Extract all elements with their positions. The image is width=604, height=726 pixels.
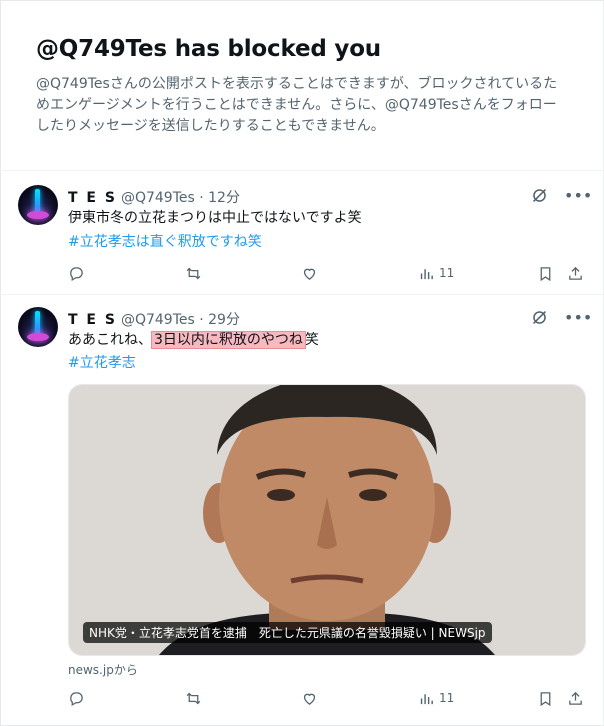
avatar[interactable] — [18, 185, 58, 225]
reply-icon[interactable] — [68, 263, 85, 283]
tweet[interactable]: T E S @Q749Tes · 29分 ••• ああこれね、 3日以内に釈放のやつ… — [0, 295, 604, 726]
hashtag-link[interactable]: #立花孝志は直ぐ釈放ですね笑 — [68, 231, 262, 251]
text-before: ああこれね、 — [68, 332, 152, 348]
views-icon — [420, 693, 433, 704]
card-source[interactable]: news.jpから — [68, 661, 138, 678]
tweet-actions: 11 — [68, 263, 588, 283]
display-name[interactable]: T E S — [68, 312, 117, 328]
share-icon[interactable] — [567, 688, 584, 708]
user-handle[interactable]: @Q749Tes — [121, 312, 195, 328]
card-caption: NHK党・立花孝志党首を逮捕 死亡した元県議の名誉毀損疑い | NEWSjp — [83, 622, 492, 643]
views-button[interactable]: 11 — [418, 263, 454, 283]
blocked-title: @Q749Tes has blocked you — [36, 36, 381, 62]
highlighted-text: 3日以内に釈放のやつね — [151, 331, 306, 349]
bookmark-icon[interactable] — [537, 263, 554, 283]
user-handle[interactable]: @Q749Tes — [121, 190, 195, 206]
more-icon[interactable]: ••• — [564, 309, 592, 327]
tweet-text: 伊東市冬の立花まつりは中止ではないですよ笑 — [68, 210, 362, 226]
tweet-header: T E S @Q749Tes · 29分 — [68, 309, 240, 329]
bookmark-icon[interactable] — [537, 688, 554, 708]
timestamp[interactable]: · 12分 — [199, 190, 240, 206]
grok-icon[interactable] — [530, 187, 548, 205]
views-count: 11 — [439, 691, 455, 705]
display-name[interactable]: T E S — [68, 190, 117, 206]
hashtag-link[interactable]: #立花孝志 — [68, 352, 136, 372]
more-icon[interactable]: ••• — [564, 187, 592, 205]
text-after: 笑 — [304, 332, 319, 348]
views-icon — [420, 268, 433, 279]
avatar[interactable] — [18, 307, 58, 347]
views-count: 11 — [439, 266, 455, 280]
tweet-text: ああこれね、 3日以内に釈放のやつね笑 — [68, 330, 319, 351]
tweet-header: T E S @Q749Tes · 12分 — [68, 187, 240, 207]
blocked-banner: @Q749Tes has blocked you @Q749Tesさんの公開ポス… — [0, 0, 604, 171]
news-photo — [69, 385, 585, 655]
blocked-description: @Q749Tesさんの公開ポストを表示することはできますが、ブロックされているた… — [36, 76, 558, 134]
repost-icon[interactable] — [185, 688, 202, 708]
like-icon[interactable] — [301, 688, 318, 708]
like-icon[interactable] — [301, 263, 318, 283]
tweet-actions: 11 — [68, 688, 588, 708]
reply-icon[interactable] — [68, 688, 85, 708]
repost-icon[interactable] — [185, 263, 202, 283]
timestamp[interactable]: · 29分 — [199, 312, 240, 328]
share-icon[interactable] — [567, 263, 584, 283]
grok-icon[interactable] — [530, 309, 548, 327]
views-button[interactable]: 11 — [418, 688, 454, 708]
tweet[interactable]: T E S @Q749Tes · 12分 ••• 伊東市冬の立花まつりは中止ではな… — [0, 171, 604, 295]
link-card[interactable]: NHK党・立花孝志党首を逮捕 死亡した元県議の名誉毀損疑い | NEWSjp — [68, 384, 586, 656]
